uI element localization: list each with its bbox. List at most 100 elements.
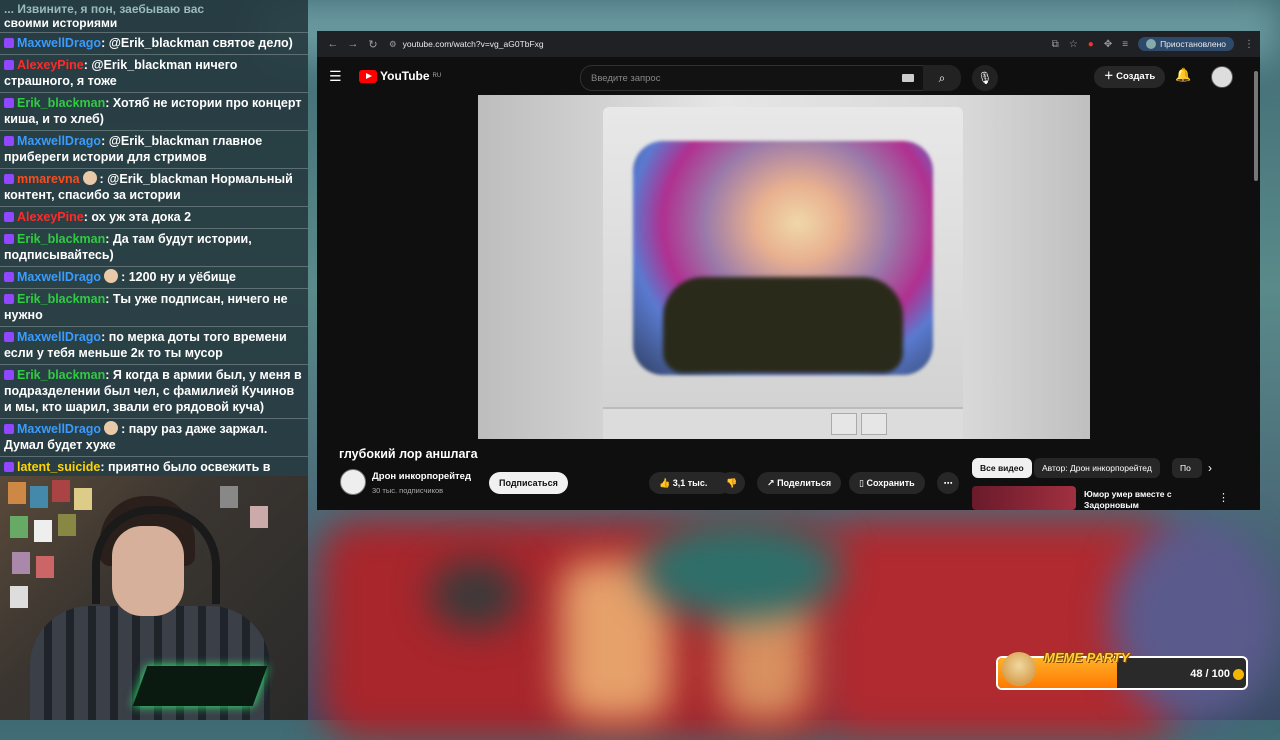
meme-party-widget: 48 / 100 MEME PARTY xyxy=(996,650,1248,690)
save-label: Сохранить xyxy=(866,478,915,488)
twitch-badge-icon xyxy=(4,462,14,472)
menu-icon[interactable]: ☰ xyxy=(329,68,353,85)
chat-username[interactable]: mmarevna xyxy=(17,172,80,186)
twitch-badge-icon xyxy=(4,294,14,304)
chat-message: mmarevna: @Erik_blackman Нормальный конт… xyxy=(0,168,308,206)
browser-menu-icon[interactable]: ⋮ xyxy=(1244,39,1254,50)
site-settings-icon[interactable]: ⚙ xyxy=(389,39,397,50)
bookmark-star-icon[interactable]: ☆ xyxy=(1069,39,1078,50)
chip-all-videos[interactable]: Все видео xyxy=(972,458,1032,478)
chip-by-author[interactable]: Автор: Дрон инкорпорейтед xyxy=(1034,458,1160,478)
chat-text: : 1200 ну и уёбище xyxy=(121,270,236,284)
background-figure xyxy=(430,560,520,630)
youtube-logo[interactable]: YouTube RU xyxy=(359,69,441,83)
chat-message-list: MaxwellDrago: @Erik_blackman святое дело… xyxy=(0,32,308,476)
chevron-right-icon[interactable]: › xyxy=(1208,461,1212,475)
chat-message: Erik_blackman: Ты уже подписан, ничего н… xyxy=(0,288,308,326)
recommended-title[interactable]: Юмор умер вместе с Задорновым xyxy=(1084,489,1194,511)
chat-username[interactable]: MaxwellDrago xyxy=(17,422,101,436)
extension-icon[interactable]: ● xyxy=(1088,39,1094,50)
search-icon[interactable]: ⌕ xyxy=(923,65,961,91)
keyboard-icon[interactable] xyxy=(902,74,914,82)
chat-username[interactable]: MaxwellDrago xyxy=(17,330,101,344)
reading-list-icon[interactable]: ≡ xyxy=(1122,39,1128,50)
wall-poster xyxy=(74,488,92,510)
chat-username[interactable]: Erik_blackman xyxy=(17,96,105,110)
chip-truncated[interactable]: По xyxy=(1172,458,1202,478)
create-button[interactable]: ＋ Создать xyxy=(1094,66,1166,88)
chat-username[interactable]: Erik_blackman xyxy=(17,292,105,306)
chat-text: : @Erik_blackman святое дело) xyxy=(101,36,293,50)
chat-top-faded-text: ... Извините, я пон, заебываю вас xyxy=(4,2,205,16)
dislike-button[interactable]: 👎 xyxy=(719,472,745,494)
stream-chat: ... Извините, я пон, заебываю вас своими… xyxy=(0,0,308,476)
back-icon[interactable]: ← xyxy=(323,38,343,50)
notifications-bell-icon[interactable]: 🔔 xyxy=(1175,67,1191,83)
twitch-badge-icon xyxy=(4,272,14,282)
share-arrow-icon: ↗ xyxy=(767,478,775,488)
chat-message: Erik_blackman: Да там будут истории, под… xyxy=(0,228,308,266)
wall-poster xyxy=(52,480,70,502)
profile-paused-button[interactable]: Приостановлено xyxy=(1138,37,1234,51)
more-actions-icon[interactable]: ⋯ xyxy=(937,472,959,494)
twitch-badge-icon xyxy=(4,424,14,434)
wall-poster xyxy=(36,556,54,578)
chat-text: : ох уж эта дока 2 xyxy=(83,210,192,224)
channel-name[interactable]: Дрон инкорпорейтед xyxy=(372,471,471,482)
subscribe-button[interactable]: Подписаться xyxy=(489,472,568,494)
meme-party-count: 48 / 100 xyxy=(1190,668,1230,680)
chat-message: MaxwellDrago : 1200 ну и уёбище xyxy=(0,266,308,288)
account-avatar[interactable] xyxy=(1211,66,1233,88)
twitch-badge-icon xyxy=(4,174,14,184)
background-wall xyxy=(1110,520,1280,720)
recommended-more-icon[interactable]: ⋮ xyxy=(1218,491,1229,504)
share-button[interactable]: ↗ Поделиться xyxy=(757,472,842,494)
twitch-badge-icon xyxy=(4,136,14,146)
chat-username[interactable]: MaxwellDrago xyxy=(17,36,101,50)
video-player[interactable] xyxy=(478,95,1090,439)
chat-message: Erik_blackman: Хотяб не истории про конц… xyxy=(0,92,308,130)
twitch-badge-icon xyxy=(4,332,14,342)
chat-username[interactable]: Erik_blackman xyxy=(17,368,105,382)
chat-message: AlexeyPine: ох уж эта дока 2 xyxy=(0,206,308,228)
save-button[interactable]: ▯ Сохранить xyxy=(849,472,925,494)
twitch-badge-icon xyxy=(4,98,14,108)
emote-icon xyxy=(82,171,97,185)
recommended-thumbnail[interactable] xyxy=(972,486,1076,510)
chat-username[interactable]: latent_suicide xyxy=(17,460,100,474)
url-field[interactable]: ⚙ youtube.com/watch?v=vg_aG0TbFxg xyxy=(389,39,1052,50)
channel-subscriber-count: 30 тыс. подписчиков xyxy=(372,486,444,495)
twitch-badge-icon xyxy=(4,38,14,48)
chat-username[interactable]: MaxwellDrago xyxy=(17,134,101,148)
url-text: youtube.com/watch?v=vg_aG0TbFxg xyxy=(402,39,544,49)
wall-poster xyxy=(220,486,238,508)
video-frame-tv xyxy=(603,107,963,439)
chat-message: MaxwellDrago: пару раз даже заржал. Дума… xyxy=(0,418,308,456)
reload-icon[interactable]: ↻ xyxy=(363,38,383,51)
wall-poster xyxy=(250,506,268,528)
wall-poster xyxy=(12,552,30,574)
page-scrollbar[interactable] xyxy=(1254,71,1258,181)
chat-message: MaxwellDrago: по мерка доты того времени… xyxy=(0,326,308,364)
install-icon[interactable]: ⧉ xyxy=(1052,39,1059,50)
emote-icon xyxy=(104,421,119,435)
wall-poster xyxy=(58,514,76,536)
tv-knob xyxy=(861,413,887,435)
meme-party-title: MEME PARTY xyxy=(1044,650,1130,665)
extensions-puzzle-icon[interactable]: ✥ xyxy=(1104,39,1112,50)
address-bar-row: ← → ↻ ⚙ youtube.com/watch?v=vg_aG0TbFxg … xyxy=(317,31,1260,57)
background-figure xyxy=(640,520,840,620)
chat-username[interactable]: AlexeyPine xyxy=(17,210,84,224)
chat-username[interactable]: MaxwellDrago xyxy=(17,270,101,284)
chat-username[interactable]: Erik_blackman xyxy=(17,232,105,246)
chat-message: AlexeyPine: @Erik_blackman ничего страшн… xyxy=(0,54,308,92)
forward-icon[interactable]: → xyxy=(343,38,363,50)
webcam-feed xyxy=(0,476,308,720)
chat-message: MaxwellDrago: @Erik_blackman святое дело… xyxy=(0,32,308,54)
microphone-icon[interactable]: 🎙 xyxy=(972,65,998,91)
share-label: Поделиться xyxy=(777,478,832,488)
chat-username[interactable]: AlexeyPine xyxy=(17,58,84,72)
channel-avatar[interactable] xyxy=(340,469,366,495)
coin-icon xyxy=(1233,669,1244,680)
search-input[interactable]: Введите запрос xyxy=(580,65,925,91)
